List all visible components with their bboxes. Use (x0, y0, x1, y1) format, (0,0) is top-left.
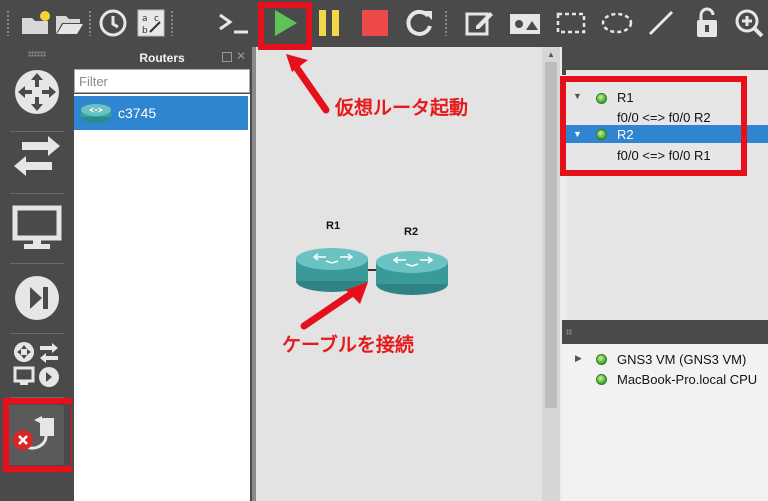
snapshot-button[interactable] (96, 5, 130, 41)
draw-rectangle-button[interactable] (554, 5, 588, 41)
browse-routers-button[interactable] (6, 61, 68, 123)
reload-icon (406, 9, 432, 36)
server-local[interactable]: MacBook-Pro.local CPU (617, 372, 757, 387)
all-devices-icon (13, 342, 59, 387)
browse-security-devices-button[interactable] (6, 267, 68, 329)
right-panel-splitter[interactable] (562, 320, 768, 344)
monitor-icon (12, 205, 62, 249)
toolbar-separator (170, 10, 174, 36)
filter-input[interactable]: Filter (74, 69, 250, 93)
draw-line-button[interactable] (644, 5, 678, 41)
toolbar-separator (88, 10, 92, 36)
server-gns3-vm[interactable]: GNS3 VM (GNS3 VM) (617, 352, 746, 367)
browse-end-devices-button[interactable] (6, 197, 68, 259)
device-label: c3745 (118, 105, 157, 121)
add-link-highlight (3, 398, 77, 472)
annotation-start-router: 仮想ルータ起動 (335, 98, 469, 119)
svg-text:b: b (142, 26, 148, 36)
arrow-to-cable (300, 282, 368, 330)
server-status-icon (596, 374, 607, 385)
open-project-button[interactable] (52, 5, 86, 41)
lock-items-button[interactable] (690, 5, 724, 41)
new-project-button[interactable] (18, 5, 52, 41)
topology-highlight (560, 76, 747, 176)
stop-all-button[interactable] (358, 5, 392, 41)
float-panel-icon[interactable] (222, 52, 232, 62)
dock-separator (10, 193, 64, 194)
pause-icon (319, 10, 339, 36)
terminal-icon (219, 13, 248, 34)
arrow-to-start (286, 54, 330, 114)
rectangle-icon (556, 12, 586, 34)
annotation-connect-cable: ケーブルを接続 (282, 335, 414, 356)
router-r2-node[interactable] (376, 251, 448, 295)
dock-grip (28, 51, 46, 57)
play-circle-icon (15, 276, 59, 320)
splitter-grip (566, 329, 572, 335)
r2-node-label[interactable]: R2 (404, 226, 418, 238)
r1-node-label[interactable]: R1 (326, 220, 340, 232)
show-interface-labels-button[interactable]: acb (134, 5, 168, 41)
switch-arrows-icon (14, 136, 60, 176)
server-status-icon (596, 354, 607, 365)
zoom-in-button[interactable] (732, 5, 766, 41)
add-note-button[interactable] (462, 5, 496, 41)
close-panel-icon[interactable]: ✕ (236, 50, 246, 62)
browse-switches-button[interactable] (6, 125, 68, 187)
servers-summary-panel (562, 344, 768, 501)
stop-icon (362, 10, 388, 36)
line-icon (648, 10, 674, 36)
interface-labels-icon: a cb (137, 9, 165, 37)
zoom-in-icon (735, 9, 764, 38)
ellipse-icon (601, 12, 633, 34)
svg-text:a: a (142, 14, 148, 24)
unlock-icon (697, 7, 717, 37)
console-button[interactable] (216, 5, 250, 41)
device-list: c3745 (74, 94, 250, 501)
routers-dock-panel: Routers ✕ Filter c3745 (72, 47, 252, 501)
insert-picture-button[interactable] (508, 5, 542, 41)
picture-icon (510, 14, 540, 34)
toolbar-separator (444, 10, 448, 36)
start-button-highlight (258, 2, 312, 50)
draw-ellipse-button[interactable] (600, 5, 634, 41)
expand-server-icon[interactable]: ▶ (575, 353, 582, 364)
toolbar-grip (6, 10, 10, 36)
router-icon (81, 104, 111, 123)
note-edit-icon (465, 12, 493, 36)
suspend-all-button[interactable] (312, 5, 346, 41)
new-folder-icon (22, 11, 50, 34)
open-folder-icon (56, 16, 83, 34)
scroll-up-arrow-icon[interactable]: ▲ (545, 50, 557, 60)
browse-all-devices-button[interactable] (6, 337, 68, 391)
dock-separator (10, 333, 64, 334)
router-arrows-icon (15, 70, 59, 114)
device-item-c3745[interactable]: c3745 (74, 96, 248, 130)
dock-separator (10, 263, 64, 264)
scrollbar-thumb[interactable] (545, 62, 557, 408)
main-toolbar: acb (0, 0, 768, 47)
clock-icon (99, 9, 127, 37)
reload-all-button[interactable] (402, 5, 436, 41)
